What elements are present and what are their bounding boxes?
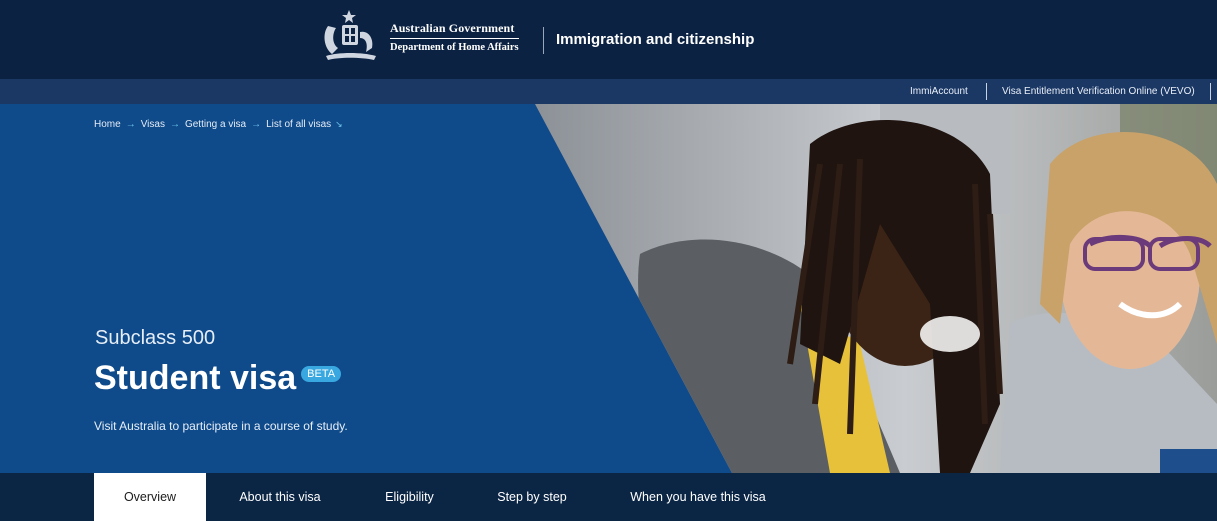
utility-separator (986, 83, 987, 100)
government-name: Australian Government (390, 21, 519, 39)
breadcrumb-visas[interactable]: Visas (141, 119, 165, 130)
tab-eligibility[interactable]: Eligibility (354, 473, 465, 521)
page-title-text: Student visa (94, 359, 297, 397)
arrow-right-icon: → (169, 119, 180, 130)
tab-bar: Overview About this visa Eligibility Ste… (0, 473, 1217, 521)
breadcrumb: Home → Visas → Getting a visa → List of all vi… (94, 119, 343, 130)
header-divider (543, 27, 544, 54)
visa-description: Visit Australia to participate in a cour… (94, 419, 348, 433)
page-title: Student visa BETA (94, 359, 342, 398)
tab-when-you-have-this-visa[interactable]: When you have this visa (599, 473, 797, 521)
breadcrumb-home[interactable]: Home (94, 119, 121, 130)
breadcrumb-list-of-all-visas[interactable]: List of all visas (266, 119, 331, 130)
breadcrumb-getting-a-visa[interactable]: Getting a visa (185, 119, 246, 130)
site-header: Australian Government Department of Home… (0, 0, 1217, 79)
arrow-right-icon: → (125, 119, 136, 130)
tab-step-by-step[interactable]: Step by step (465, 473, 599, 521)
vevo-link[interactable]: Visa Entitlement Verification Online (VE… (1002, 86, 1195, 97)
arrow-right-icon: → (251, 119, 262, 130)
beta-badge: BETA (301, 366, 342, 382)
students-photo (535, 104, 1217, 473)
immiaccount-link[interactable]: ImmiAccount (910, 86, 968, 97)
utility-bar: ImmiAccount Visa Entitlement Verificatio… (0, 79, 1217, 104)
hero-banner: Home → Visas → Getting a visa → List of all vi… (0, 104, 1217, 473)
tab-about-this-visa[interactable]: About this visa (206, 473, 354, 521)
government-branding[interactable]: Australian Government Department of Home… (390, 21, 519, 53)
visa-subclass: Subclass 500 (95, 327, 216, 349)
coat-of-arms-icon[interactable] (318, 8, 384, 66)
site-title[interactable]: Immigration and citizenship (556, 31, 754, 48)
expand-arrow-icon[interactable]: ↘ (335, 119, 343, 129)
tab-overview[interactable]: Overview (94, 473, 206, 521)
department-name: Department of Home Affairs (390, 42, 519, 53)
utility-separator (1210, 83, 1211, 100)
